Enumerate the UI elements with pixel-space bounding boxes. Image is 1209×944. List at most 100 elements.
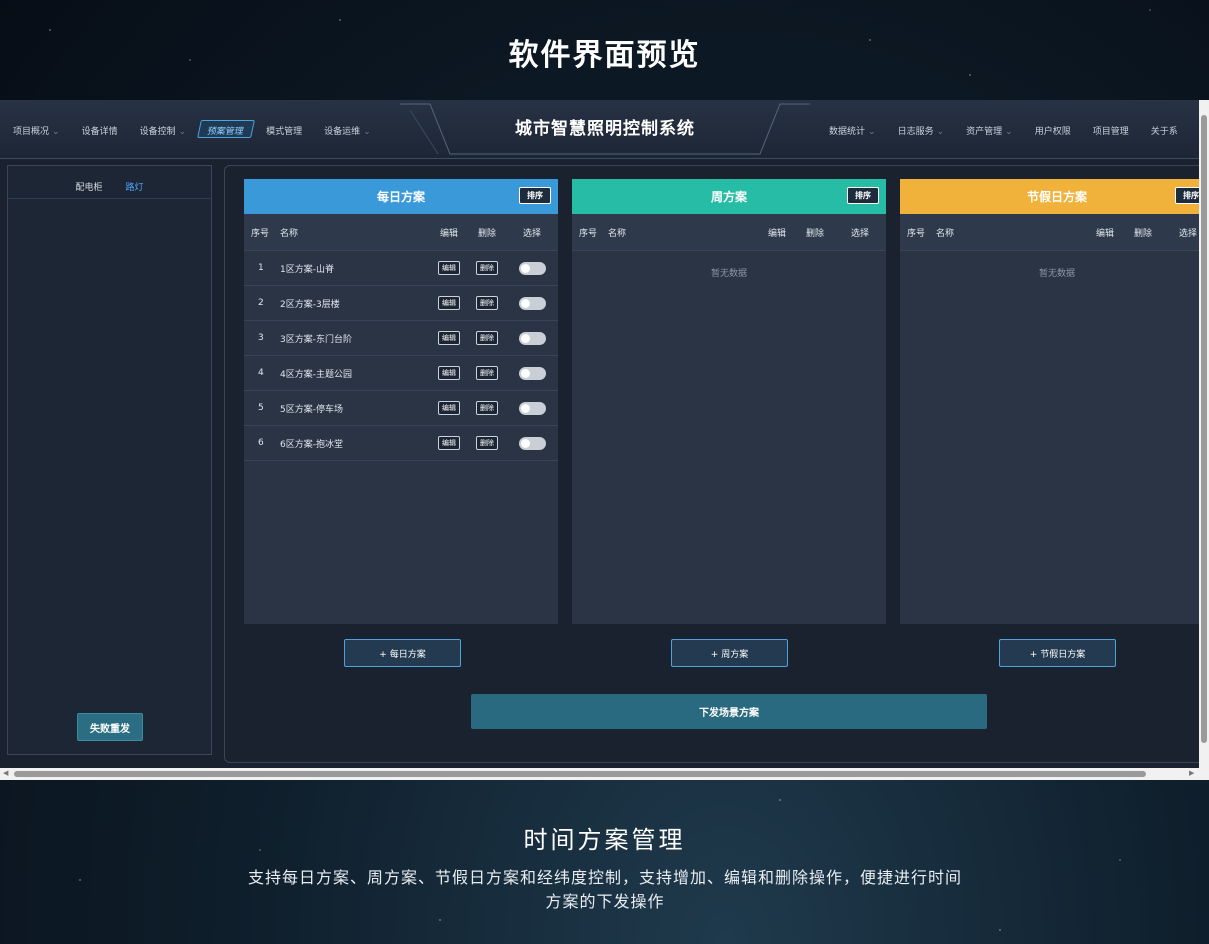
col-select: 选择: [522, 228, 541, 239]
col-no: 序号: [907, 228, 926, 239]
row-edit-button[interactable]: 编辑: [438, 296, 460, 310]
add-holiday-plan-button[interactable]: + 节假日方案: [999, 639, 1116, 667]
nav-item-label: 日志服务: [897, 127, 934, 137]
nav-item-left-0[interactable]: 项目概况 ⌄: [4, 120, 69, 138]
chevron-down-icon: ⌄: [868, 127, 876, 137]
chevron-down-icon: ⌄: [178, 127, 187, 137]
nav-item-right-1[interactable]: 日志服务 ⌄: [889, 120, 954, 138]
system-title: 城市智慧照明控制系统: [515, 119, 695, 139]
chevron-down-icon: ⌄: [52, 127, 60, 137]
row-delete-button[interactable]: 删除: [476, 331, 498, 345]
retry-failed-button[interactable]: 失败重发: [77, 713, 143, 741]
tab-streetlight[interactable]: 路灯: [125, 183, 143, 193]
divider: [8, 198, 211, 199]
device-tabs: 配电柜 路灯: [8, 180, 211, 193]
chevron-down-icon: ⌄: [936, 127, 945, 137]
weekly-plan-title: 周方案: [710, 190, 747, 204]
weekly-sort-button[interactable]: 排序: [847, 187, 879, 204]
nav-item-right-2[interactable]: 资产管理 ⌄: [957, 120, 1022, 138]
vertical-scrollbar[interactable]: [1199, 100, 1209, 768]
row-edit-button[interactable]: 编辑: [438, 261, 460, 275]
row-no: 6: [258, 438, 264, 448]
nav-item-right-4[interactable]: 项目管理: [1084, 120, 1138, 138]
row-edit-button[interactable]: 编辑: [438, 401, 460, 415]
row-select-toggle[interactable]: [518, 296, 546, 310]
weekly-column-header: 序号 名称 编辑 删除 选择: [572, 214, 886, 251]
daily-plan-title: 每日方案: [376, 190, 425, 204]
scroll-left-icon[interactable]: ◀: [3, 769, 8, 777]
add-weekly-plan-button[interactable]: + 周方案: [671, 639, 788, 667]
nav-item-label: 设备控制: [139, 127, 176, 137]
weekly-empty-text: 暂无数据: [710, 269, 747, 279]
feature-description-line: 方案的下发操作: [545, 892, 665, 911]
horizontal-scroll-thumb[interactable]: [14, 771, 1146, 777]
top-navigation-bar: 项目概况 ⌄ 设备详情 设备控制 ⌄ 预案管理 模式管理 设备运维 ⌄ 城市智慧照明控制系统 数…: [0, 100, 1200, 159]
row-name: 5区方案-停车场: [280, 404, 343, 415]
horizontal-scrollbar[interactable]: ◀ ▶: [0, 768, 1209, 780]
chevron-down-icon: ⌄: [1005, 127, 1013, 137]
row-name: 2区方案-3层楼: [280, 299, 340, 310]
row-edit-button[interactable]: 编辑: [438, 436, 460, 450]
row-select-toggle[interactable]: [518, 261, 546, 275]
row-delete-button[interactable]: 删除: [476, 436, 498, 450]
tab-cabinet[interactable]: 配电柜: [76, 183, 103, 193]
col-name: 名称: [936, 228, 955, 239]
row-no: 5: [258, 403, 264, 413]
row-edit-button[interactable]: 编辑: [438, 331, 460, 345]
app-screenshot: 项目概况 ⌄ 设备详情 设备控制 ⌄ 预案管理 模式管理 设备运维 ⌄ 城市智慧照明控制系统 数…: [0, 100, 1209, 780]
add-daily-plan-button[interactable]: + 每日方案: [344, 639, 461, 667]
nav-item-left-3[interactable]: 预案管理: [197, 120, 256, 138]
col-delete: 删除: [1133, 228, 1152, 239]
row-name: 1区方案-山脊: [280, 264, 334, 275]
nav-item-left-5[interactable]: 设备运维 ⌄: [315, 120, 380, 138]
nav-item-left-4[interactable]: 模式管理: [257, 120, 311, 138]
weekly-plan-panel: 周方案 排序 序号 名称 编辑 删除 选择 暂无数据: [572, 179, 886, 624]
nav-item-right-3[interactable]: 用户权限: [1026, 120, 1080, 138]
row-delete-button[interactable]: 删除: [476, 261, 498, 275]
nav-item-label: 模式管理: [266, 127, 303, 137]
row-delete-button[interactable]: 删除: [476, 296, 498, 310]
col-select: 选择: [850, 228, 869, 239]
col-edit: 编辑: [767, 228, 786, 239]
nav-item-left-1[interactable]: 设备详情: [73, 120, 127, 138]
row-name: 6区方案-抱冰堂: [280, 439, 343, 450]
holiday-plan-title: 节假日方案: [1026, 190, 1087, 204]
nav-item-right-0[interactable]: 数据统计 ⌄: [820, 120, 885, 138]
nav-item-label: 资产管理: [966, 127, 1003, 137]
col-no: 序号: [579, 228, 598, 239]
holiday-column-header: 序号 名称 编辑 删除 选择: [900, 214, 1209, 251]
daily-plan-panel: 每日方案 排序 序号 名称 编辑 删除 选择 1 1区方案-山脊 编辑 删除 2 2区方案…: [244, 179, 558, 624]
holiday-empty-text: 暂无数据: [1038, 269, 1075, 279]
nav-item-label: 用户权限: [1034, 127, 1071, 137]
col-name: 名称: [608, 228, 627, 239]
page-title: 软件界面预览: [508, 38, 701, 73]
dispatch-scene-plan-button[interactable]: 下发场景方案: [471, 694, 987, 729]
row-select-toggle[interactable]: [518, 366, 546, 380]
row-edit-button[interactable]: 编辑: [438, 366, 460, 380]
chevron-down-icon: ⌄: [363, 127, 371, 137]
daily-plan-list: 1 1区方案-山脊 编辑 删除 2 2区方案-3层楼 编辑 删除 3 3区方案-东门台阶 编辑 删除 4…: [244, 251, 558, 461]
col-delete: 删除: [477, 228, 496, 239]
nav-item-right-5[interactable]: 关于系: [1142, 120, 1187, 138]
table-row: 1 1区方案-山脊 编辑 删除: [244, 251, 558, 286]
feature-description-line: 支持每日方案、周方案、节假日方案和经纬度控制，支持增加、编辑和删除操作，便捷进行…: [247, 868, 962, 887]
col-delete: 删除: [805, 228, 824, 239]
row-name: 3区方案-东门台阶: [280, 334, 352, 345]
daily-sort-button[interactable]: 排序: [519, 187, 551, 204]
scroll-right-icon[interactable]: ▶: [1189, 769, 1194, 777]
row-select-toggle[interactable]: [518, 436, 546, 450]
row-delete-button[interactable]: 删除: [476, 366, 498, 380]
table-row: 6 6区方案-抱冰堂 编辑 删除: [244, 426, 558, 461]
nav-item-label: 项目管理: [1092, 127, 1129, 137]
col-name: 名称: [280, 228, 299, 239]
nav-right: 数据统计 ⌄ 日志服务 ⌄ 资产管理 ⌄ 用户权限 项目管理 关于系: [820, 120, 1187, 138]
row-delete-button[interactable]: 删除: [476, 401, 498, 415]
col-no: 序号: [251, 228, 270, 239]
col-edit: 编辑: [1095, 228, 1114, 239]
vertical-scroll-thumb[interactable]: [1201, 115, 1207, 743]
row-select-toggle[interactable]: [518, 331, 546, 345]
feature-title: 时间方案管理: [523, 826, 686, 854]
nav-item-left-2[interactable]: 设备控制 ⌄: [131, 120, 196, 138]
nav-item-label: 关于系: [1150, 127, 1178, 137]
row-select-toggle[interactable]: [518, 401, 546, 415]
